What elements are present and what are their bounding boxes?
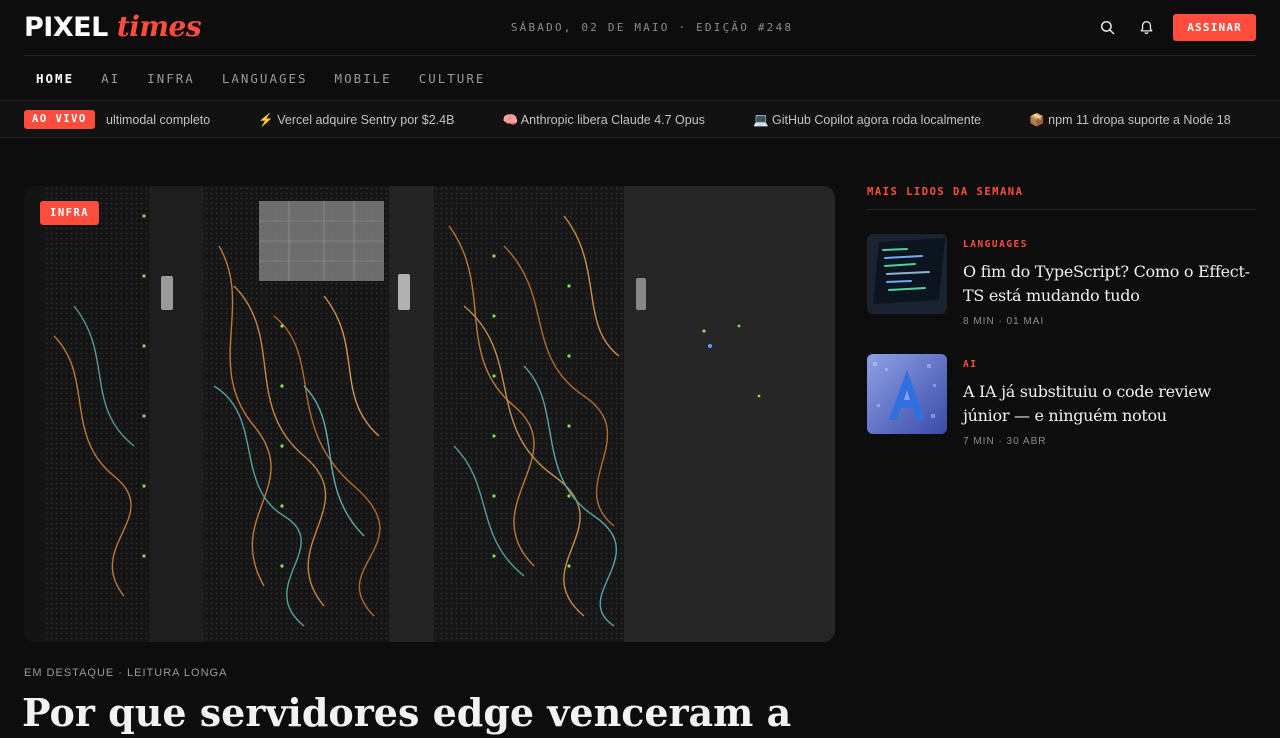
search-icon[interactable] [1094, 15, 1120, 41]
nav-item-ai[interactable]: AI [101, 71, 120, 86]
server-rack-illustration [24, 186, 835, 642]
ticker-item[interactable]: 📦 npm 11 dropa suporte a Node 18 [1029, 113, 1231, 128]
sidebar-heading: MAIS LIDOS DA SEMANA [867, 186, 1256, 210]
story-category[interactable]: AI [963, 359, 977, 370]
nav-item-languages[interactable]: LANGUAGES [222, 71, 308, 86]
nav-item-home[interactable]: HOME [36, 71, 74, 86]
ticker-item[interactable]: 🧠 Anthropic libera Claude 4.7 Opus [502, 113, 704, 128]
story-meta: 7 MIN · 30 ABR [963, 436, 1047, 447]
nav-item-infra[interactable]: INFRA [147, 71, 195, 86]
edition-date: SÁBADO, 02 DE MAIO · EDIÇÃO #248 [510, 21, 794, 34]
ticker-item[interactable]: ultimodal completo [106, 113, 210, 127]
most-read-sidebar: MAIS LIDOS DA SEMANA LANGUAGES O fim do … [867, 186, 1256, 447]
news-ticker: AO VIVO ultimodal completo ⚡ Vercel adqu… [0, 100, 1280, 138]
live-badge: AO VIVO [24, 110, 95, 129]
subscribe-button[interactable]: ASSINAR [1173, 14, 1256, 41]
header-divider [24, 55, 1256, 56]
most-read-item[interactable]: AI A IA já substituiu o code review júni… [867, 354, 1257, 447]
featured-title[interactable]: Por que servidores edge venceram a [22, 688, 842, 738]
bell-icon[interactable] [1133, 15, 1159, 41]
story-meta: 8 MIN · 01 MAI [963, 316, 1045, 327]
story-thumbnail [867, 354, 947, 434]
main-nav: HOME AI INFRA LANGUAGES MOBILE CULTURE [36, 64, 512, 92]
top-bar: PIXEL times SÁBADO, 02 DE MAIO · EDIÇÃO … [0, 0, 1280, 56]
header-actions: ASSINAR [1094, 14, 1256, 41]
featured-image[interactable] [24, 186, 835, 642]
ticker-item[interactable]: 💻 GitHub Copilot agora roda localmente [753, 113, 981, 128]
featured-category-tag[interactable]: INFRA [40, 201, 100, 225]
story-thumbnail [867, 234, 947, 314]
story-title[interactable]: O fim do TypeScript? Como o Effect-TS es… [963, 260, 1257, 308]
ticker-item[interactable]: ⚡ Vercel adquire Sentry por $2.4B [258, 113, 454, 128]
ticker-track: ultimodal completo ⚡ Vercel adquire Sent… [106, 101, 1279, 137]
story-category[interactable]: LANGUAGES [963, 239, 1028, 250]
nav-item-mobile[interactable]: MOBILE [335, 71, 392, 86]
nav-item-culture[interactable]: CULTURE [419, 71, 486, 86]
featured-meta: EM DESTAQUE · LEITURA LONGA [24, 667, 228, 679]
story-title[interactable]: A IA já substituiu o code review júnior … [963, 380, 1257, 428]
most-read-item[interactable]: LANGUAGES O fim do TypeScript? Como o Ef… [867, 234, 1257, 327]
